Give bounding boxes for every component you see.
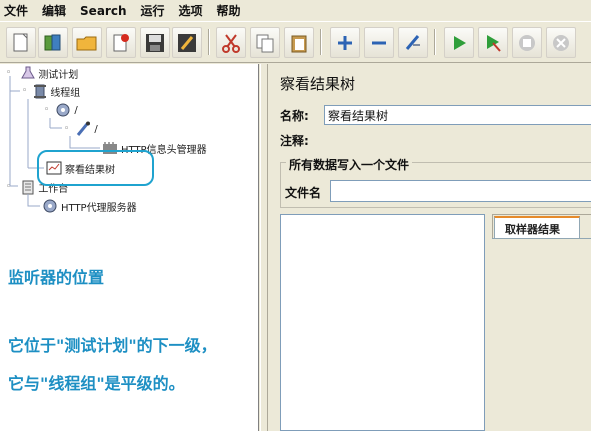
menu-options[interactable]: 选项 bbox=[179, 2, 203, 19]
name-label: 名称: bbox=[280, 109, 309, 123]
save-as-icon bbox=[178, 33, 196, 52]
menu-bar: 文件 编辑 Search 运行 选项 帮助 bbox=[0, 0, 591, 21]
menu-file[interactable]: 文件 bbox=[4, 2, 28, 19]
toggle-button[interactable] bbox=[398, 27, 428, 58]
annotation-title: 监听器的位置 bbox=[8, 268, 105, 287]
start-icon bbox=[454, 35, 466, 50]
paste-icon bbox=[291, 35, 307, 52]
templates-icon bbox=[44, 34, 61, 50]
start-button[interactable] bbox=[444, 27, 474, 58]
save-icon bbox=[146, 33, 164, 52]
shutdown-button[interactable] bbox=[546, 27, 576, 58]
toolbar-separator bbox=[320, 29, 322, 55]
annotation-line-1: 它位于"测试计划"的下一级， bbox=[8, 336, 217, 355]
toolbar bbox=[0, 21, 591, 63]
paste-button[interactable] bbox=[284, 27, 314, 58]
start-no-pause-button[interactable] bbox=[478, 27, 508, 58]
save-as-button[interactable] bbox=[172, 27, 202, 58]
copy-icon bbox=[256, 34, 274, 52]
panel-title: 察看结果树 bbox=[280, 75, 356, 93]
annotation-line-2: 它与"线程组"是平级的。 bbox=[8, 374, 185, 393]
expand-button[interactable] bbox=[330, 27, 360, 58]
toolbar-separator bbox=[434, 29, 436, 55]
stop-icon bbox=[519, 34, 535, 51]
splitter[interactable] bbox=[260, 64, 268, 431]
open-button[interactable] bbox=[72, 27, 102, 58]
close-button[interactable] bbox=[106, 27, 136, 58]
menu-search[interactable]: Search bbox=[80, 4, 126, 18]
open-icon bbox=[76, 36, 97, 50]
tab-sampler-result[interactable]: 取样器结果 bbox=[494, 216, 580, 238]
new-icon bbox=[13, 33, 28, 51]
cut-icon bbox=[222, 33, 240, 53]
templates-button[interactable] bbox=[38, 27, 68, 58]
write-to-file-group-title: 所有数据写入一个文件 bbox=[286, 156, 413, 173]
comment-label: 注释: bbox=[280, 134, 309, 148]
menu-help[interactable]: 帮助 bbox=[217, 2, 241, 19]
toolbar-separator bbox=[208, 29, 210, 55]
name-field[interactable] bbox=[324, 105, 591, 125]
results-tree-area[interactable] bbox=[280, 214, 485, 431]
toggle-icon bbox=[405, 34, 420, 50]
menu-edit[interactable]: 编辑 bbox=[42, 2, 66, 19]
menu-run[interactable]: 运行 bbox=[140, 2, 164, 19]
start-no-pause-icon bbox=[487, 34, 501, 52]
results-tab-body bbox=[492, 238, 591, 431]
comment-field[interactable] bbox=[324, 130, 591, 148]
filename-label: 文件名 bbox=[285, 186, 322, 200]
save-button[interactable] bbox=[140, 27, 170, 58]
listener-config-panel: 察看结果树 名称: 注释: 所有数据写入一个文件 文件名 取样器结果 bbox=[268, 64, 591, 431]
collapse-icon bbox=[372, 41, 386, 44]
highlight-ring bbox=[37, 150, 154, 186]
expand-icon bbox=[338, 35, 352, 50]
stop-button[interactable] bbox=[512, 27, 542, 58]
tree-connectors bbox=[9, 76, 100, 207]
cut-button[interactable] bbox=[216, 27, 246, 58]
collapse-button[interactable] bbox=[364, 27, 394, 58]
close-icon bbox=[113, 33, 129, 51]
test-plan-tree: ◦ 测试计划 ◦ 线程组 ◦ / ◦ / HTTP信息头管理器 察看结果树 ◦ … bbox=[0, 64, 259, 431]
shutdown-icon bbox=[553, 34, 569, 51]
new-button[interactable] bbox=[6, 27, 36, 58]
filename-field[interactable] bbox=[330, 180, 591, 202]
copy-button[interactable] bbox=[250, 27, 280, 58]
